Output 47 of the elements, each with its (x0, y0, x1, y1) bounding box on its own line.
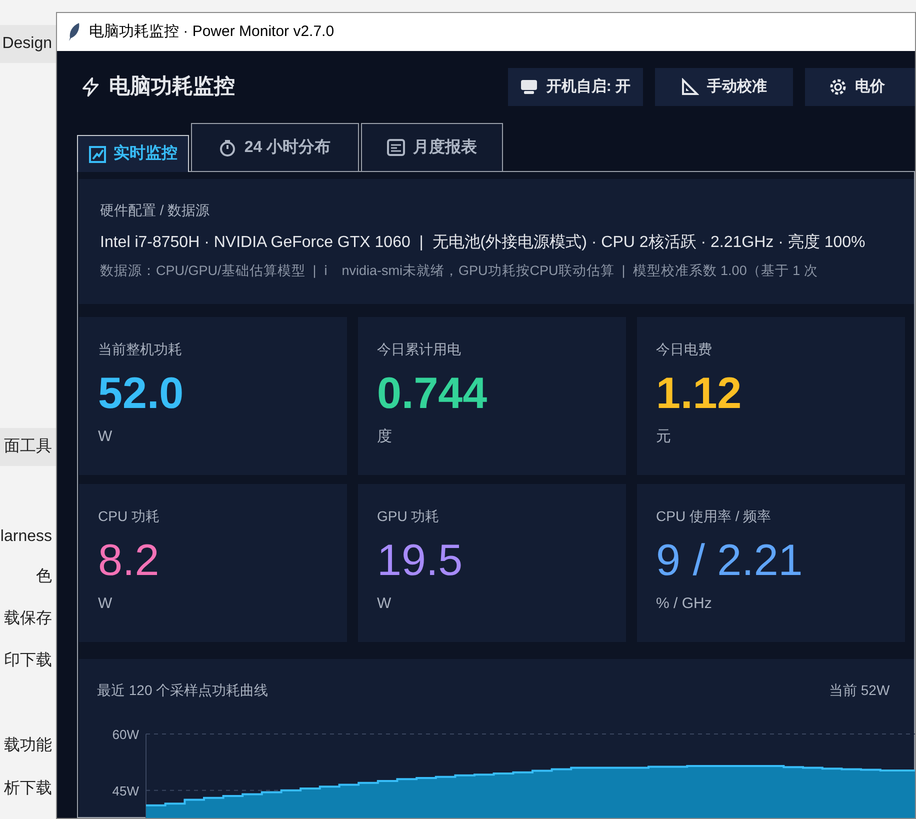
tab[interactable]: 月度报表 (361, 123, 503, 171)
stat-unit: W (98, 427, 114, 447)
axis-label: 45W (112, 783, 139, 798)
menu-item[interactable]: 载保存 (0, 600, 56, 638)
stat-unit: W (377, 594, 392, 614)
card-heading: 硬件配置 / 数据源 (100, 201, 211, 220)
stat-unit: W (98, 594, 114, 614)
stat-label: 今日累计用电 (377, 340, 462, 359)
menu-item[interactable]: 印下载 (0, 642, 56, 680)
menu-item[interactable]: 析下载 (0, 770, 56, 808)
stat-label: 今日电费 (656, 340, 713, 359)
menu-item[interactable]: 面工具 (0, 428, 56, 466)
stat-label: CPU 使用率 / 频率 (656, 507, 772, 526)
report-icon (387, 139, 405, 156)
stat-unit: % / GHz (656, 594, 713, 614)
stat-value: 1.12 (656, 368, 742, 420)
stat-value: 52.0 (98, 368, 184, 420)
data-source-text: 数据源：CPU/GPU/基础估算模型 | ℹ nvidia-smi未就绪，GPU功耗按CPU联动估算 | 模型校准系数 1.00（基于 1 次 (100, 262, 819, 280)
tab[interactable]: 实时监控 (77, 135, 189, 172)
chart-icon (88, 146, 106, 162)
header-button[interactable]: 手动校准 (655, 68, 793, 106)
hardware-summary: Intel i7-8750H · NVIDIA GeForce GTX 1060 | 无电池(外接电源模式) · CPU 2核活跃 · 2.21GHz · 亮度 100% (100, 232, 866, 253)
stopwatch-icon (219, 138, 236, 156)
stat-value: 8.2 (98, 535, 160, 587)
feather-icon (67, 22, 81, 42)
stat-value: 19.5 (377, 535, 463, 587)
menu-item[interactable]: 载功能 (0, 727, 56, 765)
stat-unit: 度 (377, 427, 393, 447)
stat-unit: 元 (656, 427, 672, 447)
stat-value: 9 / 2.21 (656, 535, 803, 587)
menu-item[interactable]: Design (0, 25, 56, 63)
chart-title: 最近 120 个采样点功耗曲线 (97, 681, 268, 700)
header-button[interactable]: 电价 (805, 68, 915, 106)
menu-item[interactable]: 色 (0, 558, 56, 596)
app-title: 电脑功耗监控 (109, 74, 236, 100)
stat-label: GPU 功耗 (377, 507, 440, 526)
header-button[interactable]: 开机自启: 开 (508, 68, 643, 106)
menu-item[interactable]: larness (0, 518, 56, 556)
current-power-text: 当前 52W (829, 681, 890, 700)
window-title: 电脑功耗监控 · Power Monitor v2.7.0 (89, 22, 334, 42)
settings-icon (829, 78, 847, 96)
monitor-icon (520, 79, 538, 95)
stat-label: 当前整机功耗 (98, 340, 183, 359)
stat-value: 0.744 (377, 368, 488, 420)
tab[interactable]: 24 小时分布 (191, 123, 359, 171)
stat-label: CPU 功耗 (98, 507, 160, 526)
axis-label: 60W (112, 727, 139, 742)
